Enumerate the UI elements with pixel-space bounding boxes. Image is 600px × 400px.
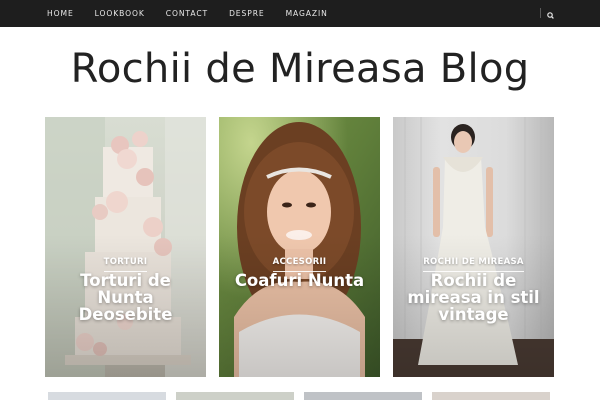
feature-card-rochii-de-mireasa[interactable]: ROCHII DE MIREASA Rochii de mireasa in s…: [393, 117, 554, 377]
card-category-wrap: ACCESORII: [219, 249, 380, 272]
card-title[interactable]: Torturi de Nunta Deosebite: [53, 272, 198, 323]
search-button[interactable]: [545, 7, 557, 19]
card-category[interactable]: ACCESORII: [272, 257, 327, 272]
nav-item-magazin[interactable]: MAGAZIN: [286, 9, 328, 18]
thumbnail-3[interactable]: [304, 392, 422, 400]
thumbnail-1[interactable]: [48, 392, 166, 400]
nav-item-despre[interactable]: DESPRE: [229, 9, 265, 18]
top-navigation-bar: HOME LOOKBOOK CONTACT DESPRE MAGAZIN: [0, 0, 600, 27]
card-category[interactable]: TORTURI: [103, 257, 148, 272]
main-menu: HOME LOOKBOOK CONTACT DESPRE MAGAZIN: [47, 9, 349, 18]
feature-card-torturi[interactable]: TORTURI Torturi de Nunta Deosebite: [45, 117, 206, 377]
nav-item-home[interactable]: HOME: [47, 9, 74, 18]
card-overlay: [219, 117, 380, 377]
card-category[interactable]: ROCHII DE MIREASA: [423, 257, 524, 272]
nav-item-contact[interactable]: CONTACT: [166, 9, 208, 18]
card-category-wrap: ROCHII DE MIREASA: [393, 249, 554, 272]
nav-item-lookbook[interactable]: LOOKBOOK: [95, 9, 145, 18]
card-category-wrap: TORTURI: [45, 249, 206, 272]
thumbnail-2[interactable]: [176, 392, 294, 400]
thumbnail-4[interactable]: [432, 392, 550, 400]
card-overlay: [45, 117, 206, 377]
nav-divider: [540, 8, 541, 18]
card-title[interactable]: Coafuri Nunta: [227, 272, 372, 289]
feature-card-accesorii[interactable]: ACCESORII Coafuri Nunta: [219, 117, 380, 377]
search-icon: [547, 12, 554, 19]
site-title[interactable]: Rochii de Mireasa Blog: [0, 46, 600, 92]
card-title[interactable]: Rochii de mireasa in stil vintage: [401, 272, 546, 323]
card-overlay: [393, 117, 554, 377]
